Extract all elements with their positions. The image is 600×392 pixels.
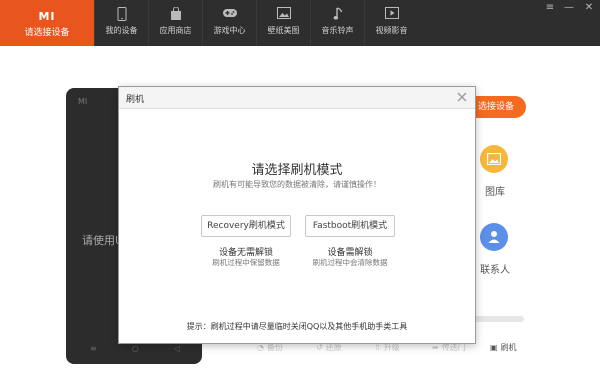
- device-selector[interactable]: MI 请选接设备: [0, 0, 94, 46]
- dialog-title: 刷机: [126, 95, 145, 105]
- flash-icon: ▣: [490, 343, 498, 352]
- gallery-icon[interactable]: [480, 145, 508, 173]
- dialog-tip: 提示：刷机过程中请尽量临时关闭QQ以及其他手机助手类工具: [186, 322, 408, 331]
- portal-icon: ➦: [432, 343, 439, 352]
- nav-app-store[interactable]: 应用商店: [148, 0, 202, 46]
- nav-wallpaper[interactable]: 壁纸美图: [256, 0, 310, 46]
- top-bar: MI 请选接设备 我的设备 应用商店 游戏中心 壁纸美图 音乐铃声 视频影音 ≡…: [0, 0, 600, 46]
- dialog-header: 刷机: [119, 87, 475, 109]
- phone-home-key: ○: [131, 344, 139, 353]
- flash-dialog: 刷机 请选择刷机模式 刷机有可能导致您的数据被清除，请谨慎操作！ Recover…: [118, 86, 476, 344]
- recovery-mode-desc: 刷机过程中保留数据: [212, 258, 280, 267]
- image-icon: [257, 7, 310, 21]
- phone-logo: MI: [78, 97, 88, 106]
- nav-my-device[interactable]: 我的设备: [94, 0, 148, 46]
- phone-icon: [95, 7, 148, 21]
- brand-logo: MI: [38, 10, 56, 23]
- bag-icon: [149, 7, 202, 21]
- phone-back-key: ◁: [173, 344, 180, 353]
- gallery-label: 图库: [485, 187, 505, 198]
- restore-icon: ↺: [316, 343, 323, 352]
- connect-prompt: 请使用U: [82, 234, 124, 247]
- phone-nav-keys: ≡ ○ ◁: [90, 344, 180, 353]
- fastboot-mode-button[interactable]: Fastboot刷机模式: [305, 215, 395, 237]
- minimize-button[interactable]: —: [563, 2, 575, 13]
- flash-button[interactable]: ▣ 刷机: [490, 342, 517, 353]
- close-icon[interactable]: [455, 90, 469, 104]
- close-window-button[interactable]: ✕: [583, 2, 595, 13]
- nav-game-center[interactable]: 游戏中心: [202, 0, 256, 46]
- dialog-heading: 请选择刷机模式: [251, 163, 343, 178]
- video-play-icon: [365, 7, 418, 21]
- contact-icon[interactable]: [480, 223, 508, 251]
- backup-icon: ◔: [257, 343, 264, 352]
- contact-label: 联系人: [480, 265, 510, 276]
- phone-menu-key: ≡: [90, 344, 97, 353]
- menu-icon[interactable]: ≡: [544, 2, 556, 13]
- upgrade-icon: ⇧: [374, 343, 381, 352]
- nav-video[interactable]: 视频影音: [364, 0, 418, 46]
- fastboot-mode-desc: 刷机过程中会清除数据: [312, 258, 388, 267]
- music-note-icon: [311, 7, 364, 21]
- gamepad-icon: [203, 7, 256, 21]
- recovery-mode-button[interactable]: Recovery刷机模式: [201, 215, 291, 237]
- nav-music[interactable]: 音乐铃声: [310, 0, 364, 46]
- dialog-warning: 刷机有可能导致您的数据被清除，请谨慎操作！: [213, 180, 381, 189]
- storage-bar: [470, 316, 524, 322]
- brand-label: 请选接设备: [24, 28, 70, 38]
